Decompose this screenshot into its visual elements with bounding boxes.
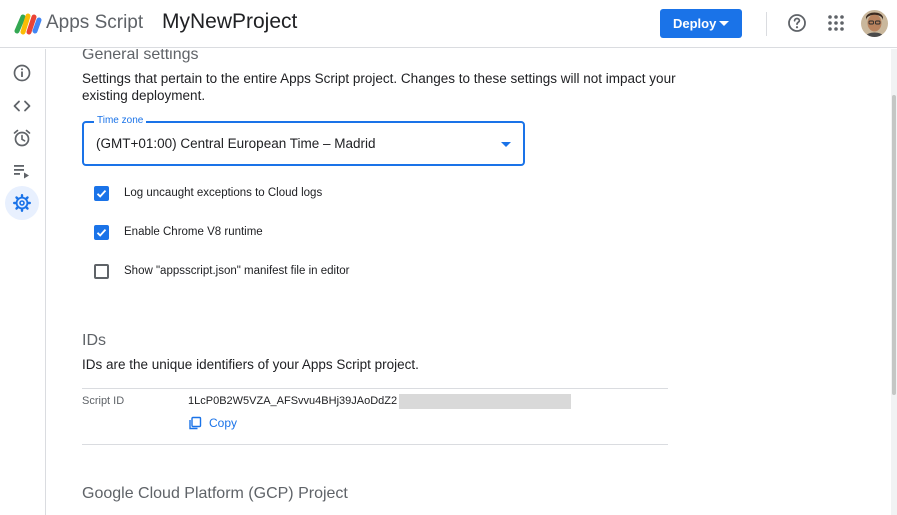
left-navigation-rail [0,49,46,515]
timezone-value: (GMT+01:00) Central European Time – Madr… [96,136,376,151]
apps-script-logo-icon[interactable] [14,11,42,35]
code-icon [13,100,31,112]
rail-item-triggers[interactable] [5,121,39,155]
settings-content: General settings Settings that pertain t… [47,49,891,515]
caret-down-icon [719,21,729,26]
alarm-clock-icon [13,129,31,147]
script-id-label: Script ID [82,395,125,407]
ids-description: IDs are the unique identifiers of your A… [82,357,419,372]
rail-item-editor[interactable] [5,89,39,123]
gear-icon [13,194,31,212]
project-name[interactable]: MyNewProject [162,10,297,34]
header-divider [766,12,767,36]
copy-icon [189,416,202,430]
general-settings-description: Settings that pertain to the entire Apps… [82,71,676,103]
timezone-label: Time zone [94,115,147,126]
rail-item-executions[interactable] [5,154,39,188]
rail-item-overview[interactable] [5,56,39,90]
script-id-value: 1LcP0B2W5VZA_AFSvvu4BHj39JAoDdZ2 [188,395,398,407]
scrollbar[interactable] [891,49,897,515]
deploy-button-label: Deploy [673,16,717,31]
list-play-icon [14,165,29,179]
gcp-project-title: Google Cloud Platform (GCP) Project [82,485,348,502]
redacted-script-id-part [399,394,571,409]
dropdown-arrow-icon [501,142,511,147]
ids-divider-bottom [82,444,668,445]
ids-title: IDs [82,332,106,349]
help-icon[interactable] [787,13,807,33]
copy-label: Copy [209,416,238,430]
show-manifest-label: Show "appsscript.json" manifest file in … [124,265,350,277]
show-manifest-checkbox[interactable] [94,263,109,279]
v8-runtime-checkbox[interactable] [94,224,109,240]
user-avatar[interactable] [861,10,888,37]
scrollbar-thumb[interactable] [892,95,896,395]
deploy-button[interactable]: Deploy [660,9,742,38]
apps-grid-icon[interactable] [827,14,845,32]
rail-item-project-settings[interactable] [5,186,39,220]
top-app-bar: Apps Script MyNewProject Deploy [0,0,897,48]
log-exceptions-checkbox[interactable] [94,185,109,201]
check-icon [96,228,107,237]
check-icon [96,189,107,198]
info-icon [13,64,31,82]
copy-script-id-button[interactable]: Copy [188,415,237,431]
app-name[interactable]: Apps Script [46,12,143,34]
v8-runtime-option[interactable]: Enable Chrome V8 runtime [94,223,263,241]
log-exceptions-option[interactable]: Log uncaught exceptions to Cloud logs [94,184,322,202]
log-exceptions-label: Log uncaught exceptions to Cloud logs [124,187,323,199]
v8-runtime-label: Enable Chrome V8 runtime [124,226,263,238]
timezone-select[interactable]: Time zone (GMT+01:00) Central European T… [82,115,525,166]
ids-divider-top [82,388,668,389]
show-manifest-option[interactable]: Show "appsscript.json" manifest file in … [94,262,350,280]
general-settings-title: General settings [82,49,199,63]
